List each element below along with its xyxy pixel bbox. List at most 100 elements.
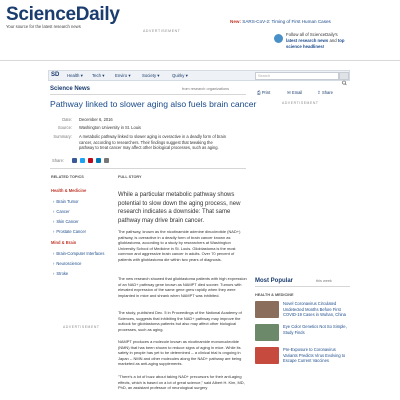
- nav-item-enviro[interactable]: Enviro ▾: [115, 73, 131, 79]
- main-navbar: SD Health ▾ Tech ▾ Enviro ▾ Society ▾ Qu…: [48, 70, 350, 86]
- most-popular-title[interactable]: Pre-Exposure to Coronavirus Variants Pre…: [283, 347, 349, 364]
- chevron-right-icon: ›: [53, 229, 55, 234]
- follow-box: Follow all of ScienceDaily's latest rese…: [286, 32, 346, 49]
- chevron-right-icon: ›: [53, 251, 55, 256]
- most-popular-divider: [255, 286, 350, 287]
- print-label: Print: [261, 90, 271, 95]
- search-button[interactable]: [339, 72, 349, 86]
- pinterest-icon[interactable]: [88, 158, 93, 163]
- section-subtitle: from research organizations: [182, 87, 230, 91]
- meta-date-label: Date:: [62, 117, 72, 122]
- header-ad-label: ADVERTISEMENT: [143, 29, 181, 33]
- chevron-right-icon: ›: [53, 209, 55, 214]
- site-logo[interactable]: ScienceDaily: [6, 4, 120, 26]
- share-button[interactable]: ⇪ Share: [317, 90, 333, 96]
- nav-logo[interactable]: SD: [51, 72, 59, 78]
- nav-item-label: Enviro: [115, 73, 128, 78]
- chevron-right-icon: ›: [53, 199, 55, 204]
- chevron-right-icon: ›: [53, 261, 55, 266]
- chevron-down-icon: ▾: [80, 73, 83, 78]
- most-popular-thumbnail[interactable]: [255, 347, 279, 364]
- most-popular-subheading: this week: [316, 279, 332, 283]
- email-label: Email: [292, 90, 303, 95]
- meta-divider: [50, 168, 246, 169]
- most-popular-title[interactable]: Novel Coronavirus Circulated Undetected …: [283, 301, 349, 318]
- left-ad-label: ADVERTISEMENT: [63, 325, 100, 329]
- story-lead: While a particular metabolic pathway sho…: [118, 192, 241, 224]
- full-story-heading: FULL STORY: [118, 175, 142, 179]
- title-divider: [50, 94, 246, 95]
- email-button[interactable]: ✉ Email: [287, 90, 302, 96]
- header-divider: [0, 60, 400, 61]
- breaking-news-link[interactable]: SARS-CoV-2: Timing of First Human Cases: [242, 19, 331, 24]
- chevron-down-icon: ▾: [102, 73, 105, 78]
- most-popular-thumbnail[interactable]: [255, 301, 279, 318]
- facebook-icon[interactable]: [72, 158, 77, 163]
- nav-item-quirky[interactable]: Quirky ▾: [172, 73, 188, 79]
- print-button[interactable]: ⎙ Print: [257, 90, 270, 95]
- print-icon: ⎙: [257, 90, 261, 95]
- topic-item[interactable]: › Prostate Cancer: [53, 229, 86, 234]
- site-tagline: Your source for the latest research news: [6, 24, 81, 29]
- topic-item-label: Brain Tumor: [56, 199, 79, 204]
- nav-item-label: Health: [67, 73, 80, 78]
- topic-item-label: Cancer: [56, 209, 70, 214]
- nav-item-label: Tech: [92, 73, 102, 78]
- meta-source-label: Source:: [57, 125, 72, 130]
- meta-source-value: Washington University in St. Louis: [79, 125, 141, 130]
- nav-item-tech[interactable]: Tech ▾: [92, 73, 104, 79]
- most-popular-item[interactable]: Pre-Exposure to Coronavirus Variants Pre…: [255, 347, 350, 369]
- chevron-right-icon: ›: [53, 219, 55, 224]
- topic-item-label: Brain-Computer Interfaces: [56, 251, 105, 256]
- story-paragraph: The pathway, known as the nicotinamide a…: [118, 229, 241, 263]
- topic-item[interactable]: › Brain-Computer Interfaces: [53, 251, 104, 256]
- topic-item[interactable]: › Skin Cancer: [53, 219, 79, 224]
- share-icon: ⇪: [317, 90, 321, 95]
- topic-group-health[interactable]: Health & Medicine: [51, 188, 86, 193]
- topic-item-label: Skin Cancer: [56, 219, 79, 224]
- most-popular-item[interactable]: Eye Color Genetics Not So Simple, Study …: [255, 324, 350, 346]
- nav-item-society[interactable]: Society ▾: [142, 73, 159, 79]
- chevron-down-icon: ▾: [157, 73, 160, 78]
- email-icon: ✉: [287, 90, 291, 95]
- topic-item[interactable]: › Brain Tumor: [53, 199, 79, 204]
- topic-item[interactable]: › Neuroscience: [53, 261, 81, 266]
- article-tools: ⎙ Print ✉ Email ⇪ Share: [257, 88, 349, 98]
- nav-item-label: Quirky: [172, 73, 185, 78]
- story-paragraph: NAMPT produces a molecule known as nicot…: [118, 339, 242, 367]
- search-icon: [342, 80, 347, 86]
- most-popular-heading: Most Popular: [255, 278, 294, 284]
- most-popular-thumbnail[interactable]: [255, 324, 279, 341]
- follow-icon: [274, 34, 283, 43]
- section-title[interactable]: Science News: [50, 86, 90, 92]
- breaking-news: New: SARS-CoV-2: Timing of First Human C…: [230, 19, 331, 24]
- topic-item[interactable]: › Stroke: [53, 271, 68, 276]
- story-paragraph: The new research showed that glioblastom…: [118, 276, 247, 298]
- meta-summary-value: A metabolic pathway linked to slower agi…: [79, 134, 226, 151]
- topic-item-label: Neuroscience: [56, 261, 82, 266]
- follow-latest-link[interactable]: latest research news: [286, 38, 328, 43]
- nav-item-health[interactable]: Health ▾: [67, 73, 83, 79]
- most-popular-item[interactable]: Novel Coronavirus Circulated Undetected …: [255, 301, 350, 323]
- topic-item-label: Stroke: [56, 271, 69, 276]
- most-popular-section: HEALTH & MEDICINE: [255, 293, 294, 297]
- linkedin-icon[interactable]: [96, 158, 101, 163]
- story-paragraph: "There's a lot of buzz about taking NAD+…: [118, 374, 245, 391]
- meta-summary-label: Summary:: [53, 134, 72, 139]
- meta-date-value: December 6, 2016: [79, 117, 113, 122]
- chevron-right-icon: ›: [53, 271, 55, 276]
- share-label: Share:: [52, 158, 65, 163]
- sidebar-ad-label: ADVERTISEMENT: [282, 101, 319, 105]
- follow-text: Follow all of ScienceDaily's: [286, 32, 338, 37]
- story-paragraph: The study, published Dec. 5 in Proceedin…: [118, 310, 242, 332]
- topic-group-mind[interactable]: Mind & Brain: [51, 240, 76, 245]
- chevron-down-icon: ▾: [185, 73, 188, 78]
- site-header: ScienceDaily Your source for the latest …: [0, 0, 400, 66]
- topic-item[interactable]: › Cancer: [53, 209, 70, 214]
- topic-item-label: Prostate Cancer: [56, 229, 86, 234]
- email-icon[interactable]: [104, 158, 109, 163]
- most-popular-title[interactable]: Eye Color Genetics Not So Simple, Study …: [283, 324, 349, 335]
- twitter-icon[interactable]: [80, 158, 85, 163]
- nav-item-label: Society: [142, 73, 157, 78]
- search-input[interactable]: Search: [255, 72, 339, 80]
